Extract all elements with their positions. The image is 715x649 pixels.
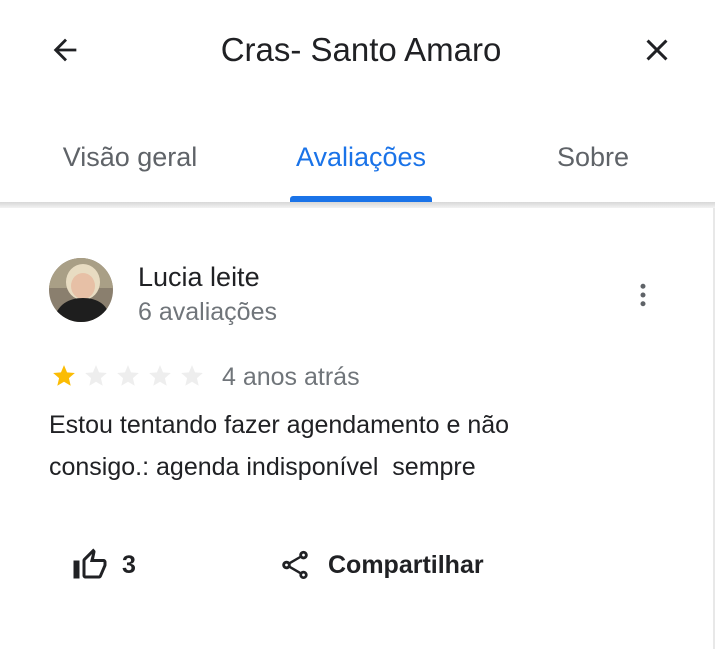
review-text: Estou tentando fazer agendamento e não c… xyxy=(49,411,510,481)
review-date: 4 anos atrás xyxy=(222,363,360,391)
star-empty-icon xyxy=(117,365,139,386)
close-button[interactable] xyxy=(632,26,682,74)
star-empty-icon xyxy=(181,365,203,386)
like-count: 3 xyxy=(122,550,136,579)
more-vert-icon xyxy=(640,283,646,307)
reviewer-name[interactable]: Lucia leite xyxy=(138,262,260,292)
reviewer-review-count: 6 avaliações xyxy=(138,298,277,326)
share-icon xyxy=(282,550,308,580)
tab-reviews[interactable]: Avaliações xyxy=(270,130,452,200)
header: Cras- Santo Amaro xyxy=(0,0,715,100)
avatar-image xyxy=(49,258,113,322)
tab-bar: Visão geral Avaliações Sobre xyxy=(0,130,715,202)
place-title: Cras- Santo Amaro xyxy=(220,31,502,68)
share-button[interactable]: Compartilhar xyxy=(278,544,484,586)
star-empty-icon xyxy=(85,365,107,386)
close-icon xyxy=(646,39,668,61)
tab-overview[interactable]: Visão geral xyxy=(40,130,220,200)
share-label: Compartilhar xyxy=(328,550,484,579)
star-filled-icon xyxy=(53,365,75,386)
star-empty-icon xyxy=(149,365,171,386)
star-rating xyxy=(49,363,207,389)
avatar[interactable] xyxy=(49,258,113,322)
like-button[interactable]: 3 xyxy=(72,544,136,586)
more-options-button[interactable] xyxy=(626,278,660,312)
thumb-up-icon xyxy=(73,548,107,579)
tab-about[interactable]: Sobre xyxy=(520,130,666,200)
